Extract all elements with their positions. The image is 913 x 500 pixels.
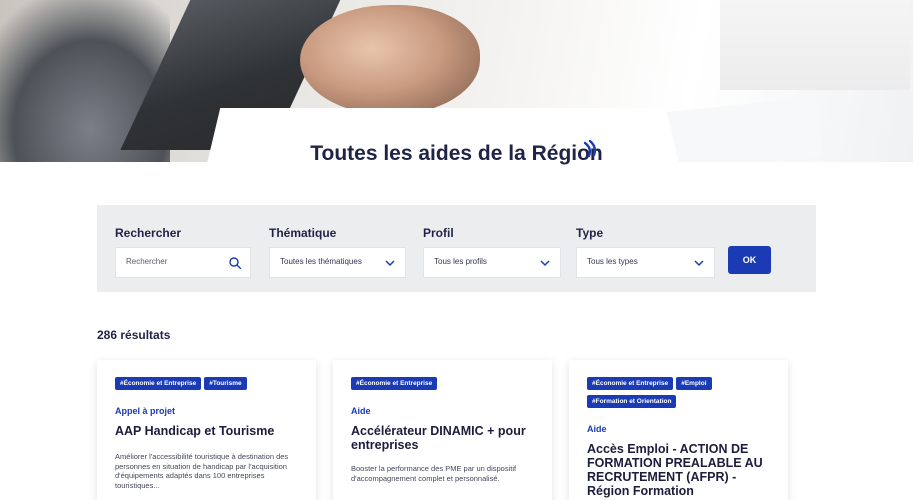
thematique-value: Toutes les thématiques [280, 257, 362, 266]
type-label: Type [576, 226, 604, 240]
hero-shirt [720, 0, 910, 90]
tag[interactable]: #Économie et Entreprise [587, 377, 674, 390]
type-select[interactable]: Tous les types [576, 247, 715, 278]
tag[interactable]: #Tourisme [204, 377, 247, 390]
search-input[interactable]: Rechercher [115, 247, 251, 278]
aid-card[interactable]: #Économie et Entreprise Aide Accélérateu… [333, 360, 552, 500]
card-description: Booster la performance des PME par un di… [351, 464, 517, 483]
profil-label: Profil [423, 226, 454, 240]
results-count: 286 résultats [97, 328, 171, 342]
tag[interactable]: #Emploi [676, 377, 712, 390]
tag[interactable]: #Formation et Orientation [587, 395, 677, 408]
tag[interactable]: #Économie et Entreprise [351, 377, 438, 390]
thematique-select[interactable]: Toutes les thématiques [269, 247, 406, 278]
card-description: Améliorer l'accessibilité touristique à … [115, 452, 289, 490]
search-icon[interactable] [228, 256, 242, 270]
card-title[interactable]: Accélérateur DINAMIC + pour entreprises [351, 424, 541, 452]
profil-select[interactable]: Tous les profils [423, 247, 561, 278]
card-type: Appel à projet [115, 406, 176, 416]
search-placeholder: Rechercher [126, 257, 168, 266]
chevron-down-icon [385, 260, 395, 267]
tag-list: #Économie et Entreprise #Emploi #Formation… [587, 377, 777, 413]
region-logo-icon [583, 140, 597, 158]
card-type: Aide [351, 406, 371, 416]
chevron-down-icon [694, 260, 704, 267]
type-value: Tous les types [587, 257, 638, 266]
tag-list: #Économie et Entreprise #Tourisme [115, 377, 305, 395]
card-title[interactable]: AAP Handicap et Tourisme [115, 424, 305, 438]
ok-button[interactable]: OK [728, 246, 771, 274]
tag-list: #Économie et Entreprise [351, 377, 541, 395]
filter-bar: Rechercher Rechercher Thématique Toutes … [97, 205, 816, 292]
page-title: Toutes les aides de la Région [310, 142, 603, 165]
aid-card[interactable]: #Économie et Entreprise #Tourisme Appel à… [97, 360, 316, 500]
search-label: Rechercher [115, 226, 182, 240]
tag[interactable]: #Économie et Entreprise [115, 377, 202, 390]
profil-value: Tous les profils [434, 257, 487, 266]
aid-card[interactable]: #Économie et Entreprise #Emploi #Formation… [569, 360, 788, 500]
card-type: Aide [587, 424, 607, 434]
hero-handshake [300, 5, 480, 115]
thematique-label: Thématique [269, 226, 337, 240]
card-title[interactable]: Accès Emploi - ACTION DE FORMATION PREAL… [587, 442, 777, 498]
chevron-down-icon [540, 260, 550, 267]
